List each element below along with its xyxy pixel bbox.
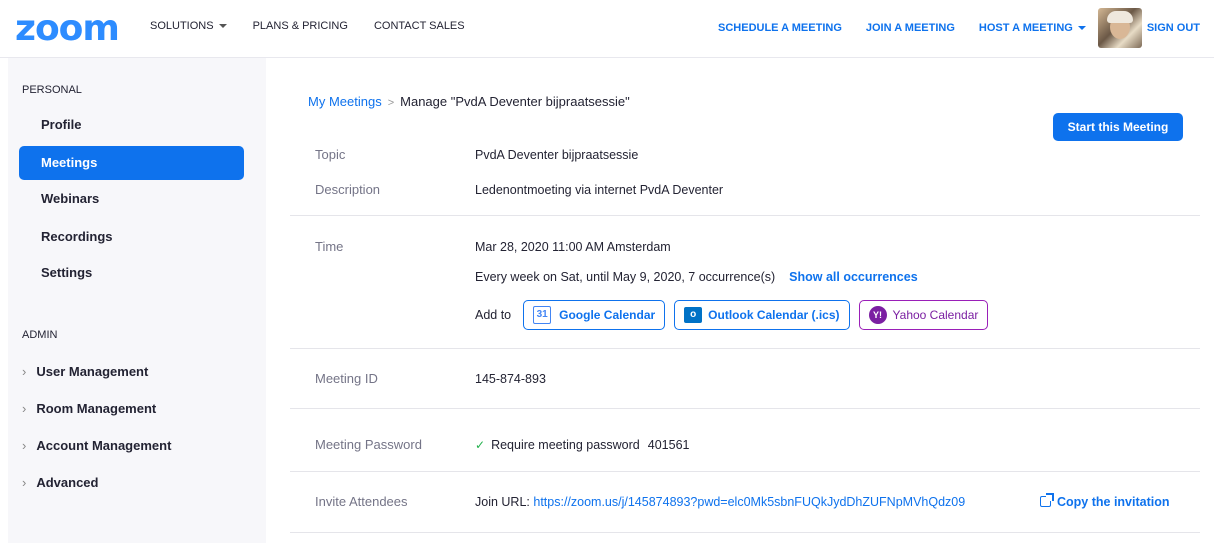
add-to-label: Add to [475,308,512,322]
sign-out-link[interactable]: SIGN OUT [1147,22,1200,34]
join-meeting-link[interactable]: JOIN A MEETING [866,22,955,34]
sidebar-item-meetings[interactable]: Meetings [19,146,244,180]
nav-left: SOLUTIONS PLANS & PRICING CONTACT SALES [150,20,491,32]
yahoo-icon: Y! [868,306,887,324]
google-calendar-button[interactable]: 31 Google Calendar [523,300,666,330]
meeting-password-label: Meeting Password [315,437,422,452]
nav-solutions[interactable]: SOLUTIONS [150,20,227,32]
outlook-icon: o [684,307,703,323]
copy-invitation-button[interactable]: Copy the invitation [1040,493,1170,509]
description-value: Ledenontmoeting via internet PvdA Devent… [475,183,724,197]
outlook-calendar-button[interactable]: o Outlook Calendar (.ics) [674,300,850,330]
add-to-calendar-row: Add to 31 Google Calendar o Outlook Calend… [475,300,997,330]
sidebar-item-webinars[interactable]: Webinars [19,182,244,216]
top-navigation-bar: zoom SOLUTIONS PLANS & PRICING CONTACT S… [0,0,1214,58]
sidebar: PERSONAL Profile Meetings Webinars Recor… [8,58,266,543]
join-url-link[interactable]: https://zoom.us/j/145874893?pwd=elc0Mk5s… [533,495,965,509]
sidebar-item-user-management[interactable]: › User Management [22,364,148,379]
host-meeting-dropdown[interactable]: HOST A MEETING [979,22,1086,34]
nav-contact-sales[interactable]: CONTACT SALES [374,20,465,32]
copy-external-icon [1040,493,1054,507]
yahoo-calendar-button[interactable]: Y! Yahoo Calendar [858,300,989,330]
meeting-id-label: Meeting ID [315,371,378,386]
meeting-password-value: ✓ Require meeting password 401561 [475,438,690,452]
schedule-meeting-link[interactable]: SCHEDULE A MEETING [718,22,842,34]
google-calendar-icon: 31 [533,306,552,324]
invite-attendees-label: Invite Attendees [315,494,408,509]
personal-heading: PERSONAL [22,84,82,96]
admin-heading: ADMIN [22,329,58,341]
sidebar-item-profile[interactable]: Profile [19,108,244,142]
sidebar-item-room-management[interactable]: › Room Management [22,401,156,416]
divider [290,471,1200,472]
caret-down-icon [218,24,227,29]
user-avatar[interactable] [1097,8,1142,48]
meeting-details-panel: My Meetings > Manage "PvdA Deventer bijpra… [290,58,1200,543]
divider [290,215,1200,216]
chevron-right-icon: › [22,475,27,490]
breadcrumb-current: Manage "PvdA Deventer bijpraatsessie" [400,94,630,109]
divider [290,532,1200,533]
sidebar-item-recordings[interactable]: Recordings [19,220,244,254]
time-label: Time [315,239,344,254]
chevron-right-icon: › [22,364,27,379]
chevron-right-icon: › [22,401,27,416]
description-label: Description [315,182,381,197]
caret-down-icon [1077,26,1086,31]
topic-label: Topic [315,147,346,162]
chevron-right-icon: › [22,438,27,453]
sidebar-item-advanced[interactable]: › Advanced [22,475,98,490]
show-all-occurrences-link[interactable]: Show all occurrences [789,270,918,284]
join-url-row: Join URL: https://zoom.us/j/145874893?pw… [475,495,966,509]
meeting-id-value: 145-874-893 [475,372,546,386]
sidebar-item-account-management[interactable]: › Account Management [22,438,171,453]
checkmark-icon: ✓ [475,438,486,452]
nav-right: SCHEDULE A MEETING JOIN A MEETING HOST A… [694,8,1200,48]
breadcrumb: My Meetings > Manage "PvdA Deventer bijpra… [308,94,630,109]
breadcrumb-separator: > [387,97,395,109]
topic-value: PvdA Deventer bijpraatsessie [475,148,639,162]
divider [290,348,1200,349]
divider [290,408,1200,409]
start-meeting-button[interactable]: Start this Meeting [1053,113,1183,141]
time-value: Mar 28, 2020 11:00 AM Amsterdam [475,240,671,254]
sidebar-item-settings[interactable]: Settings [19,256,244,290]
nav-plans-pricing[interactable]: PLANS & PRICING [253,20,348,32]
zoom-logo[interactable]: zoom [15,9,120,49]
recurrence-info: Every week on Sat, until May 9, 2020, 7 … [475,270,918,284]
breadcrumb-my-meetings[interactable]: My Meetings [308,94,382,109]
